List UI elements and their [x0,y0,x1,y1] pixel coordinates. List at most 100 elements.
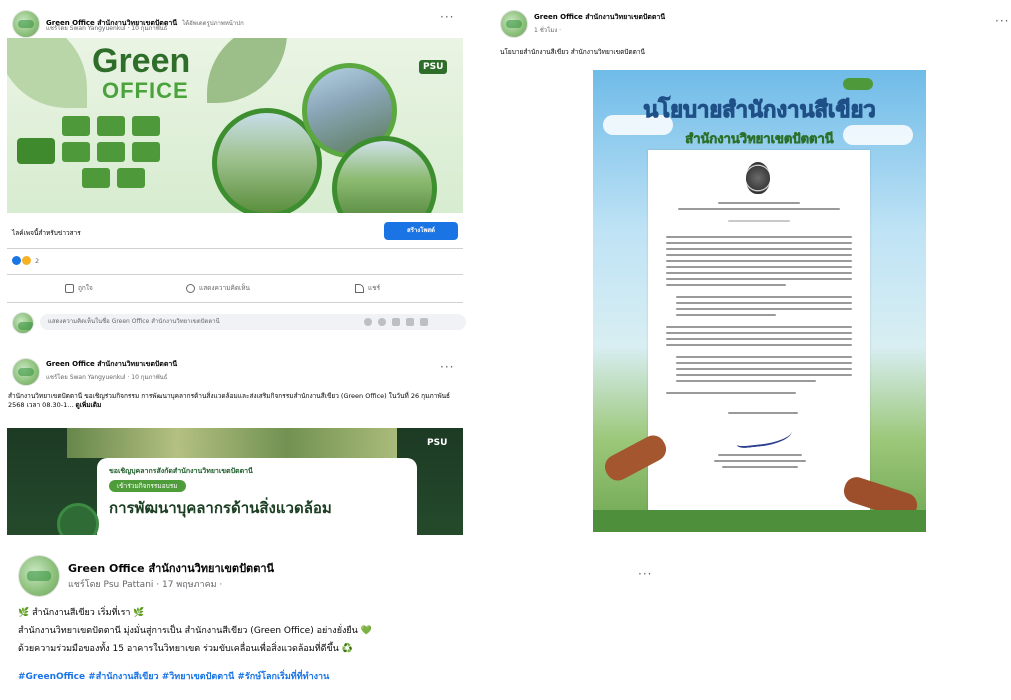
post-event-invite: Green Office สำนักงานวิทยาเขตปัตตานี แชร… [0,350,470,535]
page-name-link[interactable]: Green Office สำนักงานวิทยาเขตปัตตานี [46,359,177,370]
share-label: แชร์ [368,284,381,292]
info-badge [97,116,125,136]
page-avatar[interactable] [12,10,40,38]
post-text: สำนักงานวิทยาเขตปัตตานี ขอเชิญร่วมกิจกรร… [8,392,463,410]
info-badge [97,142,125,162]
text-line [666,338,852,340]
text-line [722,466,798,468]
post-meta[interactable]: 1 ชั่วโมง · [534,25,561,35]
divider [7,302,463,303]
reaction-count: 2 [35,256,40,265]
create-post-button[interactable]: สร้างโพสต์ [384,222,458,240]
thumbs-up-icon [65,283,74,293]
post-green-office: Green Office สำนักงานวิทยาเขตปัตตานี แชร… [0,545,1011,700]
info-badge [132,142,160,162]
emoji-icon[interactable] [378,318,386,326]
poster-subtitle: สำนักงานวิทยาเขตปัตตานี [685,132,834,148]
event-card: ขอเชิญบุคลากรสังกัดสำนักงานวิทยาเขตปัตตา… [97,458,417,535]
share-button[interactable]: แชร์ [355,283,380,293]
sticker-icon[interactable] [420,318,428,326]
gif-icon[interactable] [406,318,414,326]
post-meta[interactable]: แชร์โดย Swan Yangyuenkul · 10 กุมภาพันธ์ [46,23,167,33]
post-text-body: สำนักงานวิทยาเขตปัตตานี ขอเชิญร่วมกิจกรร… [8,392,451,409]
camera-icon[interactable] [392,318,400,326]
info-badge [17,138,55,164]
divider [7,274,463,275]
text-line [666,248,852,250]
page-avatar[interactable] [18,555,60,597]
love-reaction-icon [22,256,31,265]
text-line [728,412,798,414]
banner-subtitle: OFFICE [102,78,189,103]
comment-button[interactable]: แสดงความคิดเห็น [186,283,250,293]
page-name-link[interactable]: Green Office สำนักงานวิทยาเขตปัตตานี [68,559,274,577]
psu-logo: PSU [419,60,448,74]
event-tag: เข้าร่วมกิจกรรมอบรม [109,480,186,492]
like-reaction-icon [12,256,21,265]
text-line [676,362,852,364]
text-line [666,332,852,334]
event-image[interactable]: ขอเชิญบุคลากรสังกัดสำนักงานวิทยาเขตปัตตา… [7,428,463,535]
post-text: นโยบายสำนักงานสีเขียว สำนักงานวิทยาเขตปั… [500,48,645,56]
hashtags-link[interactable]: #GreenOffice #สำนักงานสีเขียว #วิทยาเขตป… [18,669,329,683]
commenter-avatar[interactable] [12,312,34,334]
post-line-3: ด้วยความร่วมมือของทั้ง 15 อาคารในวิทยาเข… [18,644,353,654]
post-cover-update: Green Office สำนักงานวิทยาเขตปัตตานี ได้… [0,0,470,345]
more-options-icon[interactable]: ··· [995,14,1009,28]
like-button[interactable]: ถูกใจ [65,283,93,293]
info-badge [82,168,110,188]
university-seal-icon [746,162,770,194]
forest-photo [67,428,397,458]
cta-text: ไลค์เพจนี้สำหรับข่าวสาร [12,229,81,237]
more-options-icon[interactable]: ··· [638,567,652,581]
policy-document [648,150,870,520]
page-name-link[interactable]: Green Office สำนักงานวิทยาเขตปัตตานี [534,12,665,23]
text-line [676,308,852,310]
more-options-icon[interactable]: ··· [440,10,454,24]
text-line [676,296,852,298]
comment-icon [186,283,195,293]
page-avatar[interactable] [500,10,528,38]
text-line [676,302,852,304]
text-line [678,208,840,210]
text-line [666,236,852,238]
psu-logo: PSU [427,438,448,448]
info-badge [62,116,90,136]
text-line [728,220,790,222]
info-badge [117,168,145,188]
signature [735,423,793,449]
event-title: การพัฒนาบุคลากรด้านสิ่งแวดล้อม [109,499,332,517]
text-line [676,380,816,382]
text-line [676,368,852,370]
text-line [666,326,852,328]
post-line-1: 🌿 สำนักงานสีเขียว เริ่มที่เรา 🌿 [18,608,145,618]
text-line [666,278,852,280]
text-line [666,242,852,244]
policy-poster[interactable]: นโยบายสำนักงานสีเขียว สำนักงานวิทยาเขตปั… [593,70,926,532]
see-more-link[interactable]: ดูเพิ่มเติม [76,401,102,409]
leaf-decoration [7,38,87,108]
poster-title: นโยบายสำนักงานสีเขียว [643,98,876,124]
post-meta[interactable]: แชร์โดย Psu Pattani · 17 พฤษภาคม · [68,577,222,591]
info-badge [62,142,90,162]
comment-label: แสดงความคิดเห็น [199,284,251,292]
text-line [718,202,800,204]
divider [7,248,463,249]
text-line [666,344,852,346]
page-avatar[interactable] [12,358,40,386]
post-meta[interactable]: แชร์โดย Swan Yangyuenkul · 10 กุมภาพันธ์ [46,372,167,382]
post-line-2: สำนักงานวิทยาเขตปัตตานี มุ่งมั่นสู่การเป… [18,626,372,636]
more-options-icon[interactable]: ··· [440,360,454,374]
text-line [666,260,852,262]
grass-decoration [593,510,926,532]
text-line [666,266,852,268]
text-line [666,284,786,286]
reactions-summary[interactable]: 2 [12,256,39,265]
text-line [676,374,852,376]
cover-image[interactable]: Green OFFICE PSU [7,38,463,213]
text-line [666,272,852,274]
avatar-sticker-icon[interactable] [364,318,372,326]
text-line [666,254,852,256]
text-line [718,454,802,456]
leaf-decoration [207,38,287,103]
